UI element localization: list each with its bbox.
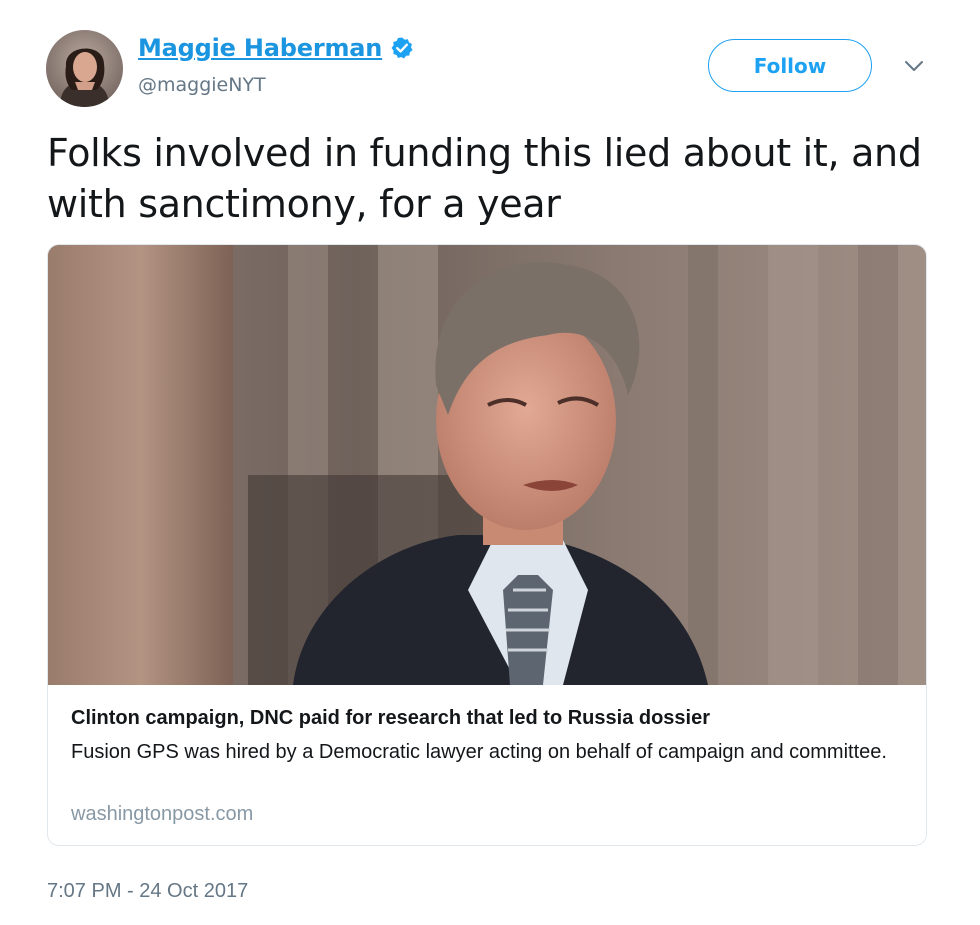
author-name-row: Maggie Haberman [138,34,414,62]
card-image [48,245,926,685]
card-description: Fusion GPS was hired by a Democratic law… [71,741,887,763]
link-card[interactable]: Clinton campaign, DNC paid for research … [47,244,927,846]
tweet: Maggie Haberman @maggieNYT Follow Folks … [0,0,980,925]
author-handle[interactable]: @maggieNYT [138,74,266,96]
follow-button[interactable]: Follow [708,39,872,92]
author-avatar[interactable] [46,30,123,107]
card-title: Clinton campaign, DNC paid for research … [71,707,711,729]
card-domain: washingtonpost.com [71,803,254,825]
avatar-photo [46,30,123,107]
chevron-down-icon[interactable] [902,56,926,76]
author-display-name[interactable]: Maggie Haberman [138,34,382,62]
tweet-text: Folks involved in funding this lied abou… [47,131,922,226]
verified-badge-icon [390,36,414,60]
tweet-timestamp[interactable]: 7:07 PM - 24 Oct 2017 [47,880,248,903]
